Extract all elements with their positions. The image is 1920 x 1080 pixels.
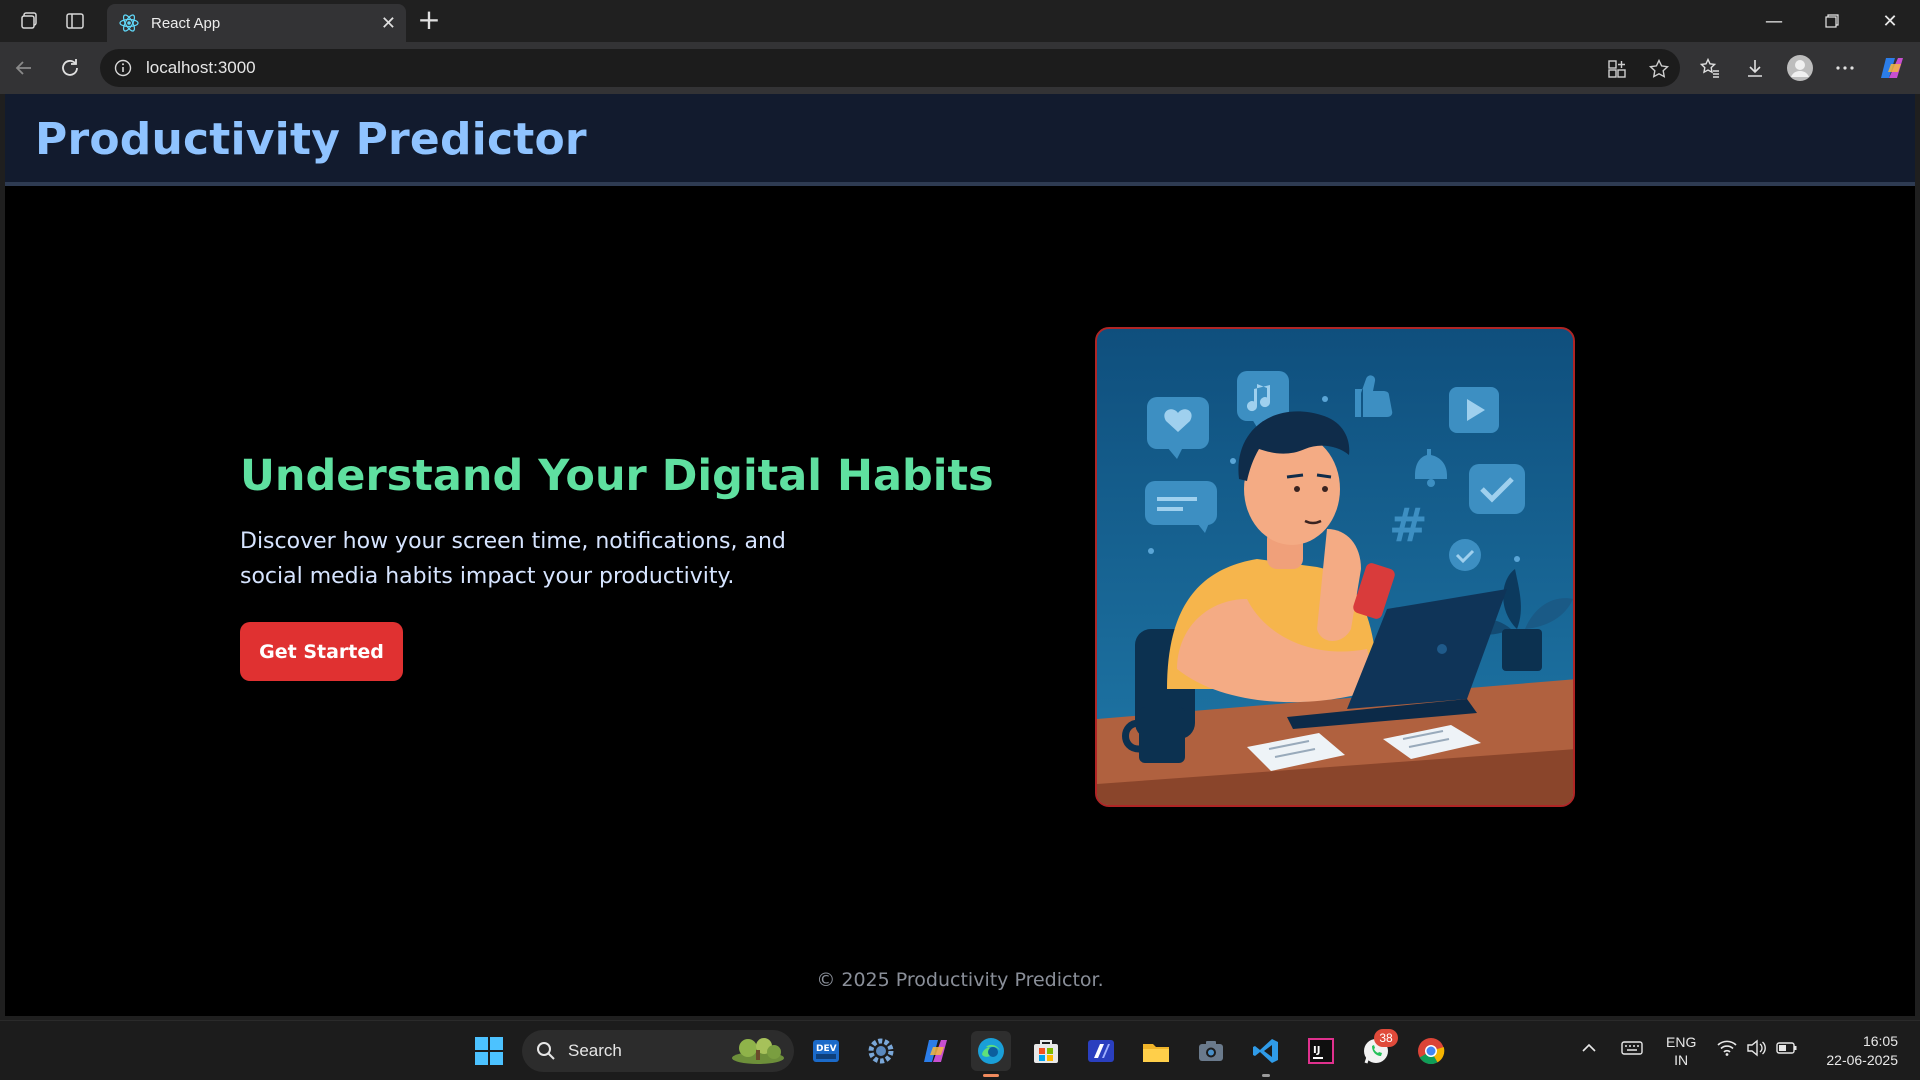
file-explorer-icon[interactable]	[1136, 1031, 1176, 1071]
react-logo-icon	[119, 14, 139, 32]
close-tab-icon[interactable]: ✕	[381, 13, 396, 34]
taskbar: Search DEV IJ 38 ENG IN 16:05 22-06-2025	[0, 1020, 1920, 1080]
workspaces-icon[interactable]	[12, 6, 48, 36]
language-code: ENG	[1666, 1034, 1697, 1050]
wifi-icon[interactable]	[1717, 1039, 1737, 1062]
address-bar[interactable]: localhost:3000	[100, 49, 1680, 87]
edge-browser-icon[interactable]	[971, 1031, 1011, 1077]
browser-titlebar: React App ✕ + — ✕	[0, 0, 1920, 42]
copilot-app-icon[interactable]	[916, 1031, 956, 1071]
battery-icon[interactable]	[1776, 1039, 1798, 1062]
hero-description: Discover how your screen time, notificat…	[240, 529, 786, 589]
new-tab-button[interactable]: +	[414, 6, 444, 36]
get-started-button[interactable]: Get Started	[240, 622, 403, 681]
language-indicator[interactable]: ENG IN	[1666, 1033, 1696, 1069]
profile-avatar[interactable]	[1786, 54, 1814, 82]
show-hidden-icons[interactable]	[1580, 1039, 1598, 1062]
restore-button[interactable]	[1803, 0, 1861, 42]
info-icon[interactable]	[114, 59, 132, 77]
start-button[interactable]	[469, 1031, 509, 1071]
clock-date: 22-06-2025	[1826, 1052, 1898, 1068]
app-header: Productivity Predictor	[5, 94, 1915, 186]
settings-icon[interactable]	[861, 1031, 901, 1071]
region-code: IN	[1674, 1052, 1689, 1068]
vscode-icon[interactable]	[1246, 1031, 1286, 1077]
volume-icon[interactable]	[1746, 1039, 1766, 1062]
url-text: localhost:3000	[146, 58, 256, 77]
app-available-icon[interactable]	[1606, 58, 1628, 80]
tab-react-app[interactable]: React App ✕	[107, 4, 406, 42]
refresh-button[interactable]	[54, 52, 86, 84]
taskbar-search[interactable]: Search	[522, 1030, 794, 1072]
svg-text:IJ: IJ	[1313, 1045, 1320, 1056]
active-app-indicator	[983, 1074, 999, 1077]
browser-toolbar: localhost:3000	[0, 42, 1920, 94]
copilot-icon[interactable]	[1878, 54, 1906, 82]
search-highlight-icon	[732, 1038, 784, 1064]
footer-copyright: © 2025 Productivity Predictor.	[816, 969, 1104, 991]
clock-time: 16:05	[1862, 1033, 1898, 1049]
camera-icon[interactable]	[1191, 1031, 1231, 1071]
dev-home-icon[interactable]: DEV	[806, 1031, 846, 1071]
keyboard-icon[interactable]	[1621, 1039, 1643, 1062]
svg-text:#: #	[1389, 498, 1428, 552]
favorites-icon[interactable]	[1696, 54, 1724, 82]
hero-illustration: #	[1095, 327, 1575, 807]
minimize-button[interactable]: —	[1745, 0, 1803, 42]
page-viewport: Productivity Predictor Understand Your D…	[5, 94, 1915, 1016]
running-app-indicator	[1262, 1074, 1270, 1077]
app-title: Productivity Predictor	[35, 114, 587, 165]
svg-text:DEV: DEV	[816, 1044, 837, 1054]
hero-heading: Understand Your Digital Habits	[240, 451, 994, 501]
close-window-button[interactable]: ✕	[1861, 0, 1919, 42]
chrome-icon[interactable]	[1411, 1031, 1451, 1071]
more-options-icon[interactable]	[1831, 54, 1859, 82]
back-button[interactable]	[8, 52, 40, 84]
downloads-icon[interactable]	[1741, 54, 1769, 82]
search-label: Search	[568, 1041, 622, 1060]
tab-title: React App	[151, 14, 221, 32]
search-icon	[537, 1042, 555, 1060]
clock[interactable]: 16:05 22-06-2025	[1812, 1032, 1898, 1070]
jetbrains-icon[interactable]: IJ	[1301, 1031, 1341, 1071]
microsoft-store-icon[interactable]	[1026, 1031, 1066, 1071]
vertical-tabs-icon[interactable]	[57, 6, 93, 36]
editor-app-icon[interactable]	[1081, 1031, 1121, 1071]
notification-count-badge: 38	[1374, 1029, 1398, 1047]
favorite-star-icon[interactable]	[1648, 58, 1670, 80]
